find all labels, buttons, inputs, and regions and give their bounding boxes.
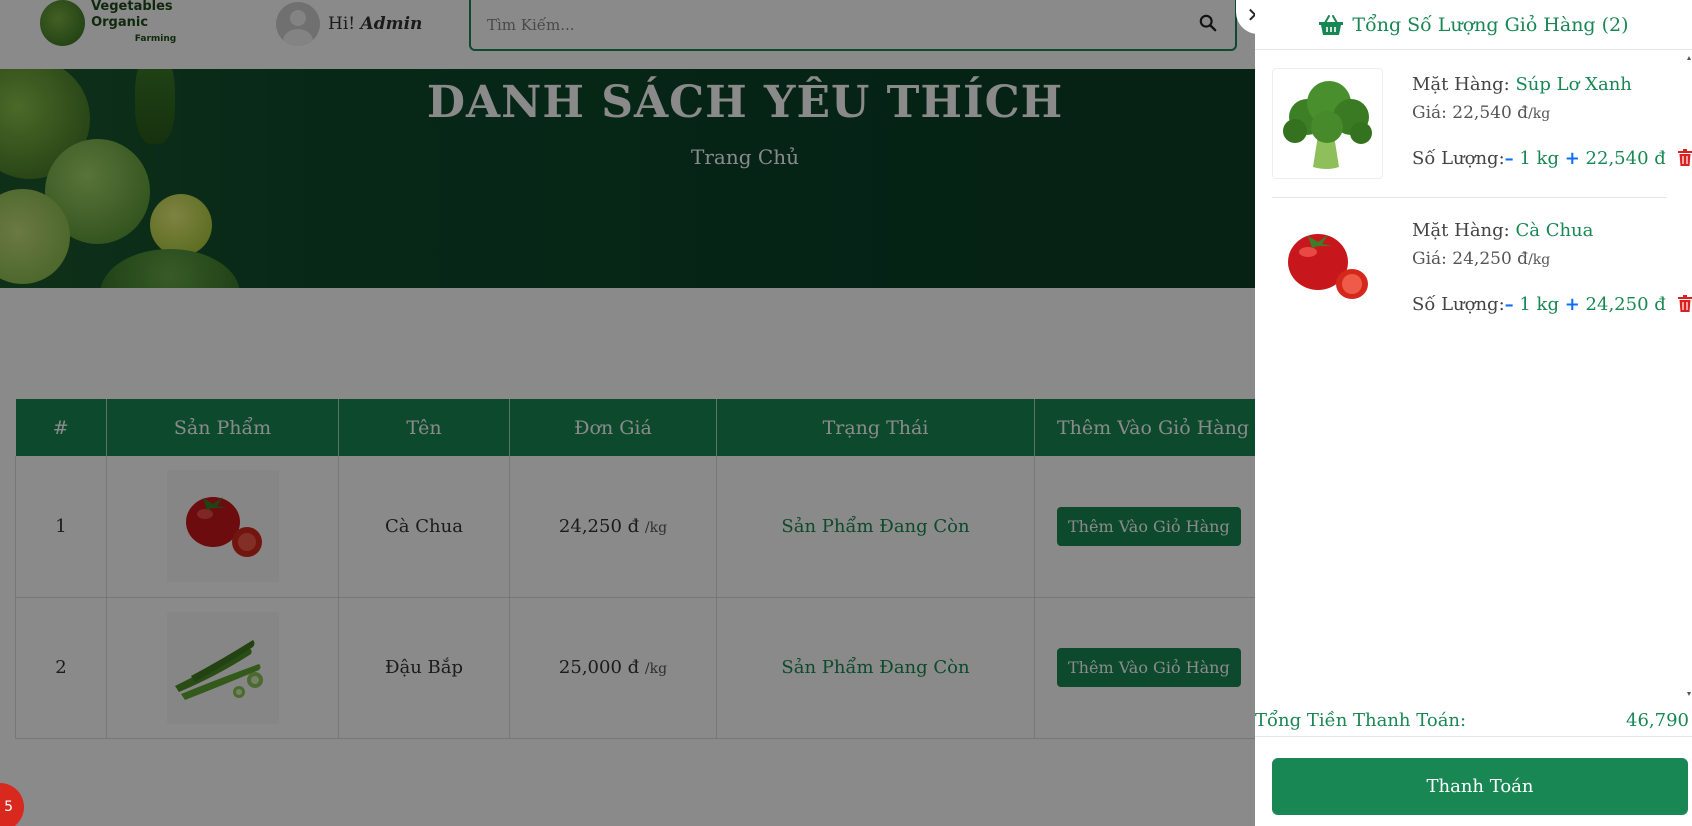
item-name[interactable]: Súp Lơ Xanh <box>1515 74 1631 95</box>
tomato-icon <box>1288 234 1368 299</box>
item-qty-label: Số Lượng: <box>1412 148 1505 169</box>
item-qty: 1 kg <box>1519 294 1559 315</box>
cart-title: Tổng Số Lượng Giỏ Hàng (2) <box>1352 13 1629 36</box>
cart-scrollbar[interactable] <box>1686 56 1692 696</box>
cart-header: Tổng Số Lượng Giỏ Hàng (2) <box>1255 0 1692 50</box>
divider <box>1255 736 1692 737</box>
item-qty-label: Số Lượng: <box>1412 294 1505 315</box>
item-price-unit: /kg <box>1528 252 1551 268</box>
basket-icon <box>1319 14 1344 35</box>
item-qty: 1 kg <box>1519 148 1559 169</box>
cart-total-value: 46,790 <box>1626 710 1689 731</box>
tomato-image[interactable] <box>1272 214 1383 325</box>
item-price-unit: /kg <box>1528 106 1551 122</box>
cart-total: Tổng Tiền Thanh Toán: 46,790 <box>1255 710 1692 736</box>
cart-item: Mặt Hàng: Cà Chua Giá: 24,250 đ/kg Số Lư… <box>1272 214 1692 349</box>
cart-item: Mặt Hàng: Súp Lơ Xanh Giá: 22,540 đ/kg S… <box>1272 68 1692 198</box>
item-name-label: Mặt Hàng: <box>1412 220 1510 241</box>
item-name-label: Mặt Hàng: <box>1412 74 1510 95</box>
decrease-qty-button[interactable]: – <box>1505 148 1514 169</box>
item-price-label: Giá: <box>1412 103 1447 123</box>
item-name[interactable]: Cà Chua <box>1515 220 1593 241</box>
item-subtotal: 22,540 đ <box>1585 148 1666 169</box>
item-price-label: Giá: <box>1412 249 1447 269</box>
broccoli-icon <box>1283 81 1372 169</box>
item-subtotal: 24,250 đ <box>1585 294 1666 315</box>
item-price: 24,250 đ <box>1452 249 1529 269</box>
increase-qty-button[interactable]: + <box>1565 148 1580 169</box>
cart-panel: Tổng Số Lượng Giỏ Hàng (2) Mặt Hàng: Súp… <box>1255 0 1692 826</box>
item-price: 22,540 đ <box>1452 103 1529 123</box>
cart-total-label: Tổng Tiền Thanh Toán: <box>1255 710 1467 731</box>
checkout-button[interactable]: Thanh Toán <box>1272 758 1688 815</box>
broccoli-image[interactable] <box>1272 68 1383 179</box>
decrease-qty-button[interactable]: – <box>1505 294 1514 315</box>
increase-qty-button[interactable]: + <box>1565 294 1580 315</box>
